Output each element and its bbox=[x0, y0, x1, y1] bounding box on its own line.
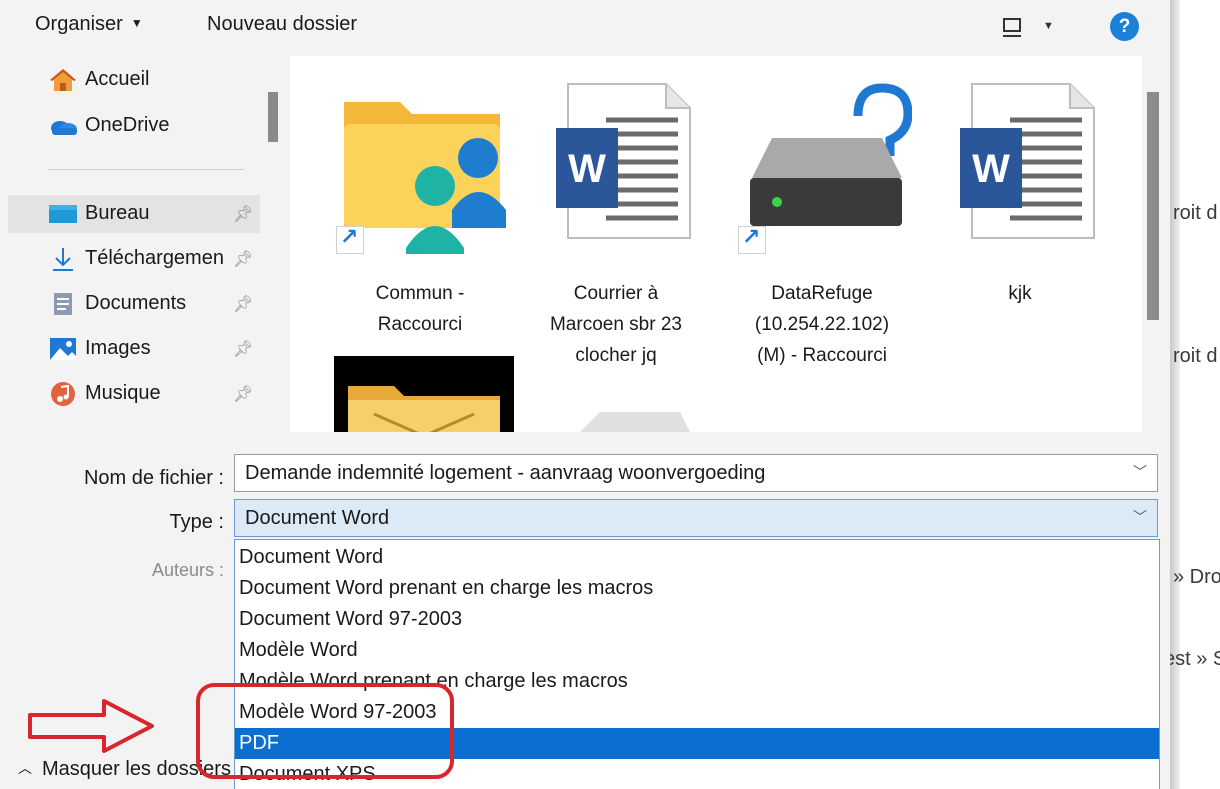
file-item[interactable] bbox=[560, 406, 700, 432]
pin-icon[interactable]: 📌︎ bbox=[233, 294, 253, 314]
organise-label: Organiser bbox=[35, 13, 123, 35]
nav-item-label: Bureau bbox=[85, 202, 150, 224]
file-name: kjk bbox=[930, 278, 1110, 309]
file-name: Courrier à Marcoen sbr 23 clocher jq bbox=[526, 278, 706, 371]
svg-text:W: W bbox=[568, 147, 606, 191]
file-name-line: Courrier à bbox=[573, 283, 659, 304]
chevron-up-icon: ︿ bbox=[18, 760, 32, 776]
type-option[interactable]: Document Word 97-2003 bbox=[235, 604, 1159, 635]
nav-item-music[interactable]: Musique 📌︎ bbox=[48, 375, 258, 413]
pin-icon[interactable]: 📌︎ bbox=[233, 339, 253, 359]
navigation-pane: Accueil OneDrive Bureau 📌︎ Téléchargemen… bbox=[0, 56, 290, 452]
view-icon-underline bbox=[1003, 35, 1021, 37]
nav-item-label: OneDrive bbox=[85, 114, 170, 136]
view-icon bbox=[1003, 18, 1021, 32]
mail-folder-icon bbox=[348, 386, 500, 432]
file-name-line: kjk bbox=[1008, 283, 1032, 304]
word-document-icon: W bbox=[556, 83, 691, 239]
nav-item-label: Documents bbox=[85, 292, 187, 314]
nav-item-label: Accueil bbox=[85, 68, 150, 90]
nav-divider bbox=[48, 169, 244, 170]
nav-scrollbar-thumb[interactable] bbox=[268, 92, 278, 142]
organise-button[interactable]: Organiser ▼ bbox=[35, 13, 143, 36]
type-value: Document Word bbox=[245, 507, 390, 529]
nav-item-bureau[interactable]: Bureau 📌︎ bbox=[8, 195, 260, 233]
word-document-icon: W bbox=[960, 83, 1095, 239]
nav-item-onedrive[interactable]: OneDrive bbox=[48, 107, 258, 145]
help-button[interactable]: ? bbox=[1110, 12, 1139, 41]
type-option[interactable]: Modèle Word bbox=[235, 635, 1159, 666]
file-name: DataRefuge (10.254.22.102) (M) - Raccour… bbox=[732, 278, 912, 371]
filename-value: Demande indemnité logement - aanvraag wo… bbox=[245, 462, 766, 484]
background-text: » Dro bbox=[1173, 566, 1220, 588]
background-text: roit d bbox=[1173, 202, 1218, 224]
nav-item-home[interactable]: Accueil bbox=[48, 61, 258, 99]
file-name-line: DataRefuge bbox=[771, 283, 873, 304]
annotation-highlight-box bbox=[196, 683, 454, 779]
shortcut-arrow-icon bbox=[738, 224, 766, 254]
type-option-label: Document Word prenant en charge les macr… bbox=[239, 577, 654, 599]
chevron-down-icon[interactable]: ﹀ bbox=[1133, 462, 1147, 482]
nav-item-documents[interactable]: Documents 📌︎ bbox=[48, 285, 258, 323]
pin-icon[interactable]: 📌︎ bbox=[233, 384, 253, 404]
new-folder-button[interactable]: Nouveau dossier bbox=[207, 13, 357, 36]
file-name-line: Raccourci bbox=[377, 314, 463, 335]
file-name: Commun - Raccourci bbox=[330, 278, 510, 340]
file-name-line: Commun - bbox=[375, 283, 465, 304]
authors-label: Auteurs : bbox=[151, 560, 224, 580]
download-icon bbox=[53, 248, 73, 271]
toolbar: Organiser ▼ Nouveau dossier ▼ ? bbox=[0, 0, 1170, 56]
file-view-scrollbar-thumb[interactable] bbox=[1147, 92, 1159, 320]
file-name-line: (M) - Raccourci bbox=[757, 345, 887, 366]
desktop-icon bbox=[49, 205, 77, 223]
file-item[interactable] bbox=[334, 356, 514, 432]
music-icon bbox=[51, 382, 75, 406]
background-text: est » S bbox=[1170, 648, 1220, 670]
pin-icon[interactable]: 📌︎ bbox=[233, 204, 253, 224]
file-view: Commun - Raccourci W Courrier à Mar bbox=[290, 56, 1142, 432]
svg-text:W: W bbox=[972, 147, 1010, 191]
document-icon bbox=[580, 412, 690, 432]
type-label: Type : bbox=[169, 511, 224, 533]
annotation-arrow-icon bbox=[28, 699, 154, 753]
filename-label: Nom de fichier : bbox=[83, 467, 224, 489]
type-option-label: Document Word bbox=[239, 546, 384, 568]
home-icon bbox=[50, 69, 76, 91]
filename-field[interactable]: Demande indemnité logement - aanvraag wo… bbox=[234, 454, 1158, 492]
caret-down-icon: ▼ bbox=[130, 16, 143, 30]
file-name-line: Marcoen sbr 23 bbox=[549, 314, 682, 335]
nav-item-downloads[interactable]: Téléchargemen 📌︎ bbox=[48, 240, 258, 278]
nav-item-images[interactable]: Images 📌︎ bbox=[48, 330, 258, 368]
type-option-label: Document Word 97-2003 bbox=[239, 608, 463, 630]
documents-icon bbox=[54, 293, 72, 315]
nav-item-label: Musique bbox=[85, 382, 161, 404]
cloud-icon bbox=[51, 121, 77, 135]
nav-item-label: Téléchargemen bbox=[85, 247, 224, 269]
nav-item-label: Images bbox=[85, 337, 151, 359]
background-text: roit d bbox=[1173, 345, 1218, 367]
type-option-label: Modèle Word bbox=[239, 639, 358, 661]
view-options-button[interactable] bbox=[1000, 17, 1026, 37]
type-select[interactable]: Document Word ﹀ bbox=[234, 499, 1158, 537]
background-window: roit d roit d » Dro est » S bbox=[1170, 0, 1220, 789]
file-name-line: (10.254.22.102) bbox=[754, 314, 890, 335]
type-option[interactable]: Document Word bbox=[235, 542, 1159, 573]
images-icon bbox=[50, 338, 76, 360]
file-name-line: clocher jq bbox=[575, 345, 657, 366]
caret-down-icon[interactable]: ▼ bbox=[1043, 20, 1054, 32]
type-option[interactable]: Document Word prenant en charge les macr… bbox=[235, 573, 1159, 604]
chevron-down-icon[interactable]: ﹀ bbox=[1133, 507, 1147, 527]
pin-icon[interactable]: 📌︎ bbox=[233, 249, 253, 269]
shortcut-arrow-icon bbox=[336, 224, 364, 254]
